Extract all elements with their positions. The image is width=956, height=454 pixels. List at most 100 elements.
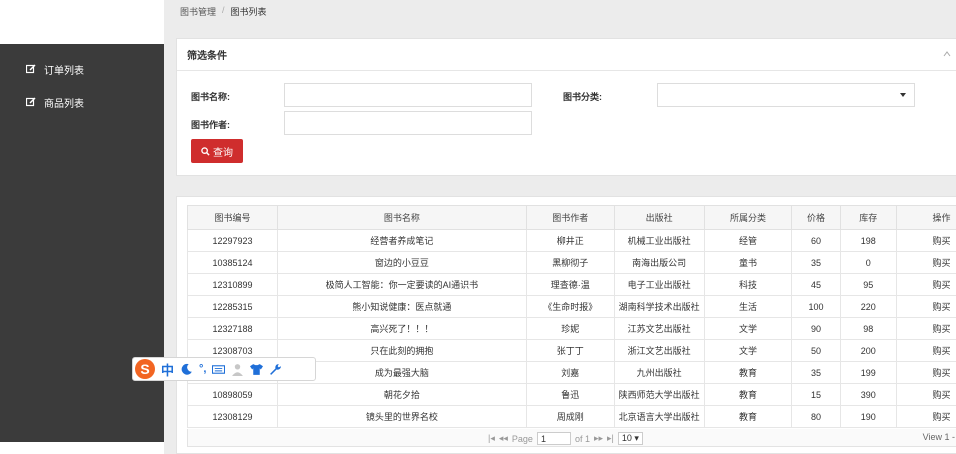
table-cell: 15 [791,383,841,406]
table-row: 10385124 窗边的小豆豆 黑柳彻子 南海出版公司 童书 35 0 购买 [187,251,956,274]
table-header-row: 图书编号 图书名称 图书作者 出版社 所属分类 价格 库存 操作 [187,205,956,230]
page-label: Page [511,433,533,444]
column-header[interactable]: 库存 [839,205,898,230]
table-cell: 生活 [703,295,793,318]
prev-page-icon[interactable]: ◂◂ [499,433,508,444]
buy-link[interactable]: 购买 [896,273,956,296]
book-category-select[interactable] [657,83,915,107]
table-cell: 0 [839,251,898,274]
table-cell: 张丁丁 [525,339,615,362]
sidebar-item-products[interactable]: 商品列表 [26,94,84,110]
column-header[interactable]: 图书作者 [525,205,615,230]
sogou-logo-icon[interactable]: S [135,359,155,379]
table-cell: 45 [791,273,841,296]
table-cell: 熊小知说健康：医点就通 [276,295,527,318]
table-cell: 周成刚 [525,405,615,428]
book-name-input[interactable] [284,83,532,107]
main-content: 图书管理 / 图书列表 筛选条件 图书名称: 图书分类: 图书作者: 查询 图书… [164,0,956,454]
table-cell: 50 [791,339,841,362]
table-cell: 12327188 [187,317,278,340]
filter-panel: 筛选条件 图书名称: 图书分类: 图书作者: 查询 [176,38,956,176]
sidebar: 订单列表 商品列表 [0,44,164,442]
table-cell: 390 [839,383,898,406]
breadcrumb-parent[interactable]: 图书管理 [180,5,216,18]
punctuation-mode[interactable]: °, [199,363,206,375]
table-cell: 98 [839,317,898,340]
buy-link[interactable]: 购买 [896,339,956,362]
last-page-icon[interactable]: ▸| [607,433,614,444]
first-page-icon[interactable]: |◂ [488,433,495,444]
table-cell: 柳井正 [525,229,615,252]
breadcrumb-separator: / [222,5,225,15]
book-author-label: 图书作者: [191,120,230,130]
column-header[interactable]: 操作 [896,205,956,230]
column-header[interactable]: 图书名称 [276,205,527,230]
keyboard-icon[interactable] [212,363,226,376]
page-size-select[interactable]: 10 ▾ [617,432,643,445]
table-cell: 南海出版公司 [613,251,705,274]
table-row: 12310899 极简人工智能：你一定要读的AI通识书 理查德·温 电子工业出版社 科技… [187,273,956,296]
table-cell: 95 [839,273,898,296]
table-cell: 朝花夕拾 [276,383,527,406]
table-cell: 10385124 [187,251,278,274]
table-cell: 理查德·温 [525,273,615,296]
ime-toolbar[interactable]: S 中 °, [132,357,316,381]
pager: |◂ ◂◂ Page 1 of 1 ▸▸ ▸| 10 ▾ View 1 - 9 … [187,429,956,447]
book-table: 图书编号 图书名称 图书作者 出版社 所属分类 价格 库存 操作 1229792… [187,205,956,428]
table-cell: 200 [839,339,898,362]
table-row: 12308129 镜头里的世界名校 周成刚 北京语言大学出版社 教育 80 190 购买 [187,405,956,428]
book-table-panel: 图书编号 图书名称 图书作者 出版社 所属分类 价格 库存 操作 1229792… [176,196,956,454]
breadcrumb: 图书管理 / 图书列表 [180,5,267,18]
table-row: 12327188 高兴死了！！！ 珍妮 江苏文艺出版社 文学 90 98 购买 [187,317,956,340]
buy-link[interactable]: 购买 [896,229,956,252]
table-row: 12285315 熊小知说健康：医点就通 《生命时报》 湖南科学技术出版社 生活 100 2… [187,295,956,318]
query-button[interactable]: 查询 [191,139,243,163]
buy-link[interactable]: 购买 [896,317,956,340]
user-icon[interactable] [231,363,244,376]
table-cell: 黑柳彻子 [525,251,615,274]
column-header[interactable]: 图书编号 [187,205,278,230]
collapse-icon[interactable] [943,51,951,57]
table-cell: 12308129 [187,405,278,428]
sidebar-item-orders[interactable]: 订单列表 [26,61,84,77]
table-cell: 九州出版社 [613,361,705,384]
table-cell: 35 [791,251,841,274]
column-header[interactable]: 出版社 [613,205,705,230]
moon-icon[interactable] [180,363,193,376]
table-cell: 江苏文艺出版社 [613,317,705,340]
table-cell: 80 [791,405,841,428]
next-page-icon[interactable]: ▸▸ [594,433,603,444]
page-number-input[interactable]: 1 [536,432,571,445]
buy-link[interactable]: 购买 [896,251,956,274]
buy-link[interactable]: 购买 [896,361,956,384]
table-cell: 鲁迅 [525,383,615,406]
buy-link[interactable]: 购买 [896,383,956,406]
column-header[interactable]: 所属分类 [703,205,793,230]
table-cell: 12310899 [187,273,278,296]
table-cell: 90 [791,317,841,340]
column-header[interactable]: 价格 [791,205,841,230]
sidebar-item-label: 订单列表 [44,65,84,77]
shirt-icon[interactable] [250,363,264,376]
book-category-label: 图书分类: [563,92,602,102]
table-cell: 190 [839,405,898,428]
book-author-input[interactable] [284,111,532,135]
wrench-icon[interactable] [269,363,282,376]
filter-title: 筛选条件 [177,39,956,71]
table-cell: 教育 [703,405,793,428]
table-cell: 《生命时报》 [525,295,615,318]
table-cell: 镜头里的世界名校 [276,405,527,428]
table-cell: 珍妮 [525,317,615,340]
edit-icon [26,64,36,74]
buy-link[interactable]: 购买 [896,405,956,428]
sidebar-item-label: 商品列表 [44,98,84,110]
table-cell: 电子工业出版社 [613,273,705,296]
table-cell: 35 [791,361,841,384]
table-cell: 高兴死了！！！ [276,317,527,340]
table-cell: 12297923 [187,229,278,252]
buy-link[interactable]: 购买 [896,295,956,318]
ime-chinese-mode[interactable]: 中 [161,360,174,379]
table-cell: 220 [839,295,898,318]
query-button-label: 查询 [213,147,233,159]
table-cell: 12285315 [187,295,278,318]
